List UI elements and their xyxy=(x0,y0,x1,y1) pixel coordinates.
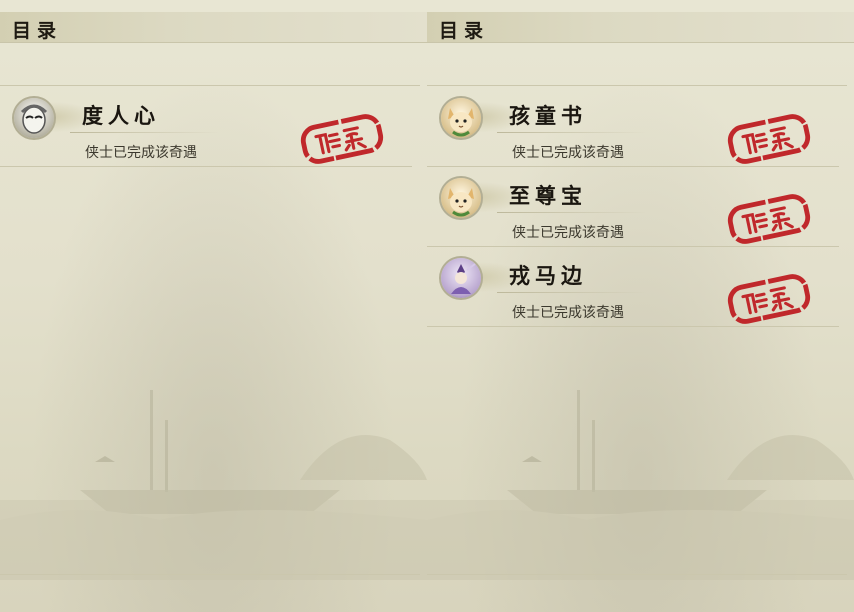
footer-rule xyxy=(427,574,847,575)
boat-background xyxy=(0,390,427,580)
name-underline xyxy=(70,132,220,133)
encounter-name: 至尊宝 xyxy=(509,183,587,208)
name-underline xyxy=(497,292,647,293)
right-page: 目录 孩童书 侠士已完成该奇遇 至尊宝 侠士已完成该奇遇 戎马边 侠士已完成该奇… xyxy=(427,0,854,612)
header-bar xyxy=(427,12,854,43)
boat-background xyxy=(427,390,854,580)
left-page: 目录 度人心 侠士已完成该奇遇 xyxy=(0,0,427,612)
encounter-status: 侠士已完成该奇遇 xyxy=(512,145,624,161)
encounter-status: 侠士已完成该奇遇 xyxy=(512,305,624,321)
encounter-name: 孩童书 xyxy=(509,103,587,128)
encounter-status: 侠士已完成该奇遇 xyxy=(512,225,624,241)
name-underline xyxy=(497,212,647,213)
encounter-item[interactable]: 至尊宝 侠士已完成该奇遇 xyxy=(427,166,854,247)
page-title: 目录 xyxy=(12,20,63,42)
divider xyxy=(0,166,412,167)
encounter-item[interactable]: 孩童书 侠士已完成该奇遇 xyxy=(427,86,854,167)
cat-icon xyxy=(441,98,481,138)
encounter-item[interactable]: 戎马边 侠士已完成该奇遇 xyxy=(427,246,854,327)
completed-stamp-icon xyxy=(723,194,815,244)
encounter-name: 度人心 xyxy=(82,103,160,128)
completed-stamp-icon xyxy=(723,274,815,324)
mask-icon xyxy=(14,98,54,138)
page-title: 目录 xyxy=(439,20,490,42)
footer-rule xyxy=(0,574,420,575)
encounter-item[interactable]: 度人心 侠士已完成该奇遇 xyxy=(0,86,427,167)
completed-stamp-icon xyxy=(723,114,815,164)
divider xyxy=(427,326,839,327)
completed-stamp-icon xyxy=(296,114,388,164)
warrior-icon xyxy=(441,258,481,298)
name-underline xyxy=(497,132,647,133)
cat-icon xyxy=(441,178,481,218)
encounter-name: 戎马边 xyxy=(509,263,587,288)
encounter-status: 侠士已完成该奇遇 xyxy=(85,145,197,161)
header-bar xyxy=(0,12,427,43)
